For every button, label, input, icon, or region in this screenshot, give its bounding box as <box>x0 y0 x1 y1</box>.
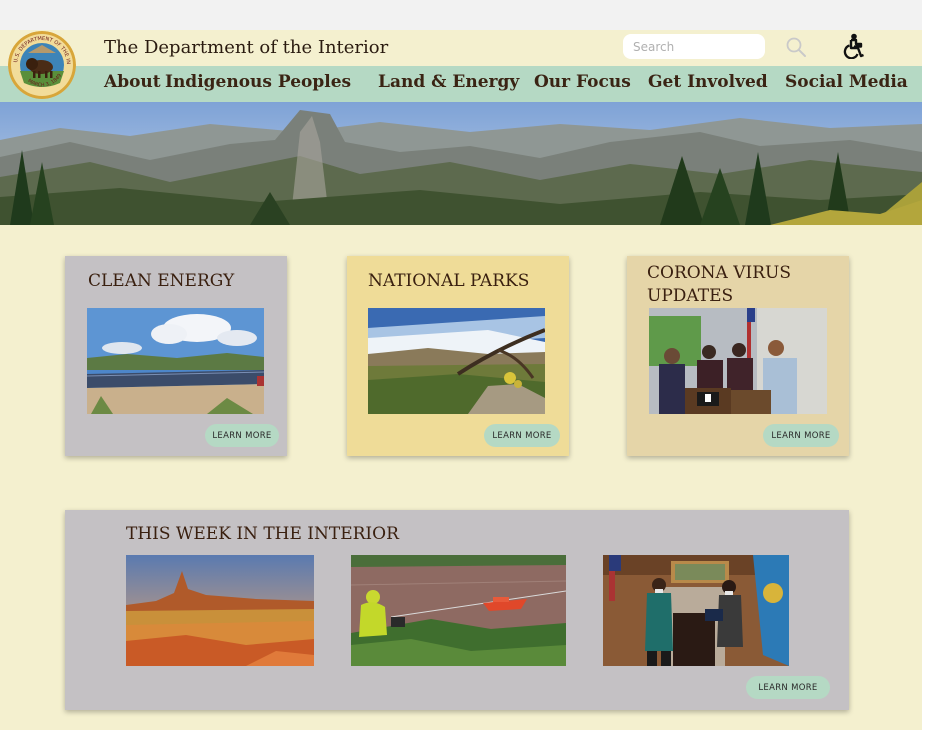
card-title-line1: CORONA VIRUS <box>647 263 792 283</box>
card-clean-energy[interactable]: CLEAN ENERGY LEARN MORE <box>65 256 287 456</box>
nav-get-involved[interactable]: Get Involved <box>648 72 768 92</box>
swearing-in-ceremony-image <box>603 555 789 666</box>
top-strip <box>0 0 922 30</box>
card-title: CLEAN ENERGY <box>88 271 235 291</box>
press-conference-image <box>649 308 827 414</box>
nav-indigenous-peoples[interactable]: Indigenous Peoples <box>165 72 351 92</box>
site-title[interactable]: The Department of the Interior <box>104 37 388 58</box>
section-title: THIS WEEK IN THE INTERIOR <box>126 524 399 544</box>
national-park-image <box>368 308 545 414</box>
learn-more-button[interactable]: LEARN MORE <box>746 676 830 699</box>
nav-land-energy[interactable]: Land & Energy <box>378 72 519 92</box>
card-title: NATIONAL PARKS <box>368 271 530 291</box>
card-national-parks[interactable]: NATIONAL PARKS LEARN MORE <box>347 256 569 456</box>
hero-mountain-banner <box>0 102 922 225</box>
search-icon[interactable] <box>785 36 807 58</box>
department-seal-logo[interactable]: U.S. DEPARTMENT OF THE INTERIOR MARCH 3,… <box>8 31 76 99</box>
nav-social-media[interactable]: Social Media <box>785 72 908 92</box>
this-week-section: THIS WEEK IN THE INTERIOR LEARN MORE <box>65 510 849 710</box>
learn-more-button[interactable]: LEARN MORE <box>205 424 279 447</box>
nav-our-focus[interactable]: Our Focus <box>534 72 631 92</box>
nav-about[interactable]: About <box>104 72 161 92</box>
accessibility-icon[interactable] <box>842 33 866 59</box>
solar-farm-image <box>87 308 264 414</box>
learn-more-button[interactable]: LEARN MORE <box>484 424 560 447</box>
search-input[interactable] <box>623 34 765 59</box>
desert-butte-image <box>126 555 314 666</box>
card-title-line2: UPDATES <box>647 286 734 306</box>
card-corona-virus-updates[interactable]: CORONA VIRUS UPDATES LEARN MORE <box>627 256 849 456</box>
river-survey-image <box>351 555 566 666</box>
scrollbar-gutter <box>922 0 930 730</box>
learn-more-button[interactable]: LEARN MORE <box>763 424 839 447</box>
